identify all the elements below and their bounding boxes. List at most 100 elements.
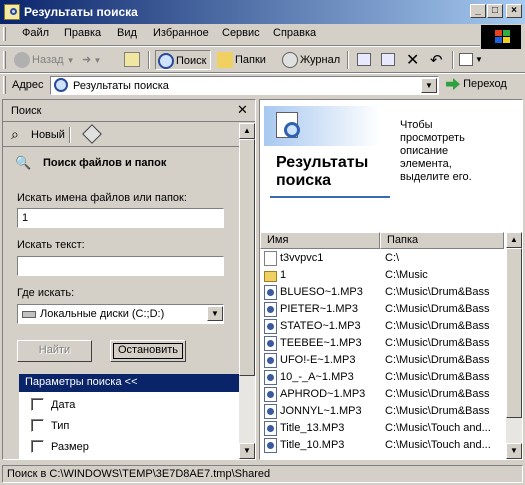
result-row[interactable]: UFO!-E~1.MP3 C:\Music\Drum&Bass: [260, 352, 504, 369]
scroll-thumb[interactable]: [506, 248, 522, 418]
result-name[interactable]: BLUESO~1.MP3: [280, 286, 363, 298]
undo-icon[interactable]: ↶: [430, 51, 443, 69]
result-row[interactable]: JONNYL~1.MP3 C:\Music\Drum&Bass: [260, 403, 504, 420]
views-icon[interactable]: [459, 53, 473, 66]
result-name[interactable]: 10_-_A~1.MP3: [280, 371, 354, 383]
search-pane: Поиск ✕ ⌕ Новый 🔍 Поиск файлов и папок И…: [2, 99, 256, 460]
result-name[interactable]: t3vvpvc1: [280, 252, 323, 264]
result-row[interactable]: 10_-_A~1.MP3 C:\Music\Drum&Bass: [260, 369, 504, 386]
scroll-up-icon[interactable]: ▲: [239, 123, 255, 139]
result-row[interactable]: Title_13.MP3 C:\Music\Touch and...: [260, 420, 504, 437]
column-header-name[interactable]: Имя: [260, 232, 380, 249]
menu-favorites[interactable]: Избранное: [153, 27, 209, 39]
views-dropdown-icon[interactable]: ▼: [475, 55, 483, 64]
back-dropdown-icon[interactable]: ▼: [67, 56, 75, 65]
date-option-label[interactable]: Дата: [51, 399, 75, 411]
result-name[interactable]: Title_10.MP3: [280, 439, 344, 451]
result-folder: C:\Music\Drum&Bass: [385, 303, 490, 315]
result-row[interactable]: Title_10.MP3 C:\Music\Touch and...: [260, 437, 504, 454]
folders-button[interactable]: Папки: [215, 50, 266, 70]
new-search-icon[interactable]: ⌕: [11, 126, 19, 143]
menu-edit[interactable]: Правка: [64, 27, 101, 39]
result-name[interactable]: Title_13.MP3: [280, 422, 344, 434]
size-option-label[interactable]: Размер: [51, 441, 89, 453]
stop-button[interactable]: Остановить: [110, 340, 186, 362]
result-name[interactable]: STATEO~1.MP3: [280, 320, 361, 332]
title-bar[interactable]: Результаты поиска _ □ ×: [0, 0, 525, 24]
address-value[interactable]: Результаты поиска: [73, 80, 169, 92]
result-row[interactable]: t3vvpvc1 C:\: [260, 250, 504, 267]
search-icon: [158, 53, 174, 69]
banner-scroll-area: [506, 100, 522, 232]
text-search-input[interactable]: [17, 256, 224, 276]
filename-input[interactable]: 1: [17, 208, 224, 228]
scroll-up-icon[interactable]: ▲: [506, 232, 522, 248]
menu-tools[interactable]: Сервис: [222, 27, 260, 39]
type-option-label[interactable]: Тип: [51, 420, 69, 432]
scroll-down-icon[interactable]: ▼: [239, 443, 255, 459]
type-checkbox[interactable]: [31, 419, 44, 432]
results-list: t3vvpvc1 C:\ 1 C:\Music BLUESO~1.MP3 C:\Music…: [260, 250, 504, 460]
forward-button[interactable]: ➜ ▼: [82, 50, 101, 70]
result-row[interactable]: 1 C:\Music: [260, 267, 504, 284]
result-name[interactable]: PIETER~1.MP3: [280, 303, 358, 315]
result-name[interactable]: APHROD~1.MP3: [280, 388, 365, 400]
close-pane-icon[interactable]: ✕: [237, 102, 248, 118]
result-name[interactable]: TEEBEE~1.MP3: [280, 337, 362, 349]
scroll-thumb[interactable]: [239, 139, 255, 376]
address-field[interactable]: Результаты поиска ▼: [50, 76, 439, 95]
result-name[interactable]: UFO!-E~1.MP3: [280, 354, 356, 366]
search-pane-scrollbar[interactable]: ▲ ▼: [239, 123, 255, 459]
result-folder: C:\Music\Touch and...: [385, 439, 491, 451]
where-dropdown-icon[interactable]: ▼: [207, 306, 223, 321]
column-header-folder[interactable]: Папка: [380, 232, 504, 249]
magnifier-icon: [284, 122, 300, 138]
results-banner: Результаты поиска Чтобы просмотреть опис…: [260, 100, 504, 232]
go-button[interactable]: Переход: [446, 76, 522, 95]
result-row[interactable]: BLUESO~1.MP3 C:\Music\Drum&Bass: [260, 284, 504, 301]
menu-bar: Файл Правка Вид Избранное Сервис Справка: [0, 24, 480, 44]
toolbar-separator: [148, 51, 150, 69]
history-label: Журнал: [300, 54, 341, 66]
audio-file-icon: [264, 336, 277, 351]
history-button[interactable]: Журнал: [280, 50, 340, 70]
result-name[interactable]: JONNYL~1.MP3: [280, 405, 362, 417]
new-search-button[interactable]: Новый: [31, 129, 65, 141]
back-label: Назад: [32, 54, 64, 66]
menu-view[interactable]: Вид: [117, 27, 137, 39]
menu-file[interactable]: Файл: [22, 27, 49, 39]
search-window-icon: [4, 4, 20, 20]
search-button[interactable]: Поиск: [155, 50, 211, 70]
scroll-down-icon[interactable]: ▼: [506, 443, 522, 459]
result-row[interactable]: PIETER~1.MP3 C:\Music\Drum&Bass: [260, 301, 504, 318]
back-button[interactable]: Назад ▼: [12, 50, 75, 70]
find-button[interactable]: Найти: [17, 340, 92, 362]
delete-icon[interactable]: ✕: [406, 50, 419, 70]
result-name[interactable]: 1: [280, 269, 286, 281]
audio-file-icon: [264, 319, 277, 334]
result-row[interactable]: TEEBEE~1.MP3 C:\Music\Drum&Bass: [260, 335, 504, 352]
forward-dropdown-icon[interactable]: ▼: [91, 56, 101, 65]
maximize-button[interactable]: □: [487, 4, 503, 18]
indexing-icon[interactable]: [82, 124, 102, 144]
up-folder-icon[interactable]: [124, 52, 140, 67]
address-dropdown-icon[interactable]: ▼: [421, 78, 437, 93]
move-to-icon[interactable]: [357, 53, 371, 66]
result-row[interactable]: APHROD~1.MP3 C:\Music\Drum&Bass: [260, 386, 504, 403]
minimize-button[interactable]: _: [470, 4, 486, 18]
copy-to-icon[interactable]: [381, 53, 395, 66]
status-text: Поиск в C:\WINDOWS\TEMP\3E7D8AE7.tmp\Sha…: [2, 465, 523, 483]
search-options-header[interactable]: Параметры поиска <<: [19, 374, 239, 392]
date-checkbox[interactable]: [31, 398, 44, 411]
results-scrollbar[interactable]: ▲ ▼: [506, 232, 522, 459]
size-checkbox[interactable]: [31, 440, 44, 453]
menu-help[interactable]: Справка: [273, 27, 316, 39]
result-folder: C:\Music\Drum&Bass: [385, 320, 490, 332]
close-button[interactable]: ×: [506, 4, 522, 18]
banner-rule: [270, 196, 390, 198]
result-row[interactable]: STATEO~1.MP3 C:\Music\Drum&Bass: [260, 318, 504, 335]
result-folder: C:\Music\Drum&Bass: [385, 388, 490, 400]
banner-hint: Чтобы просмотреть описание элемента, выд…: [400, 119, 472, 183]
where-select[interactable]: Локальные диски (C:;D:) ▼: [17, 304, 224, 324]
forward-arrow-icon: ➜: [82, 54, 92, 66]
